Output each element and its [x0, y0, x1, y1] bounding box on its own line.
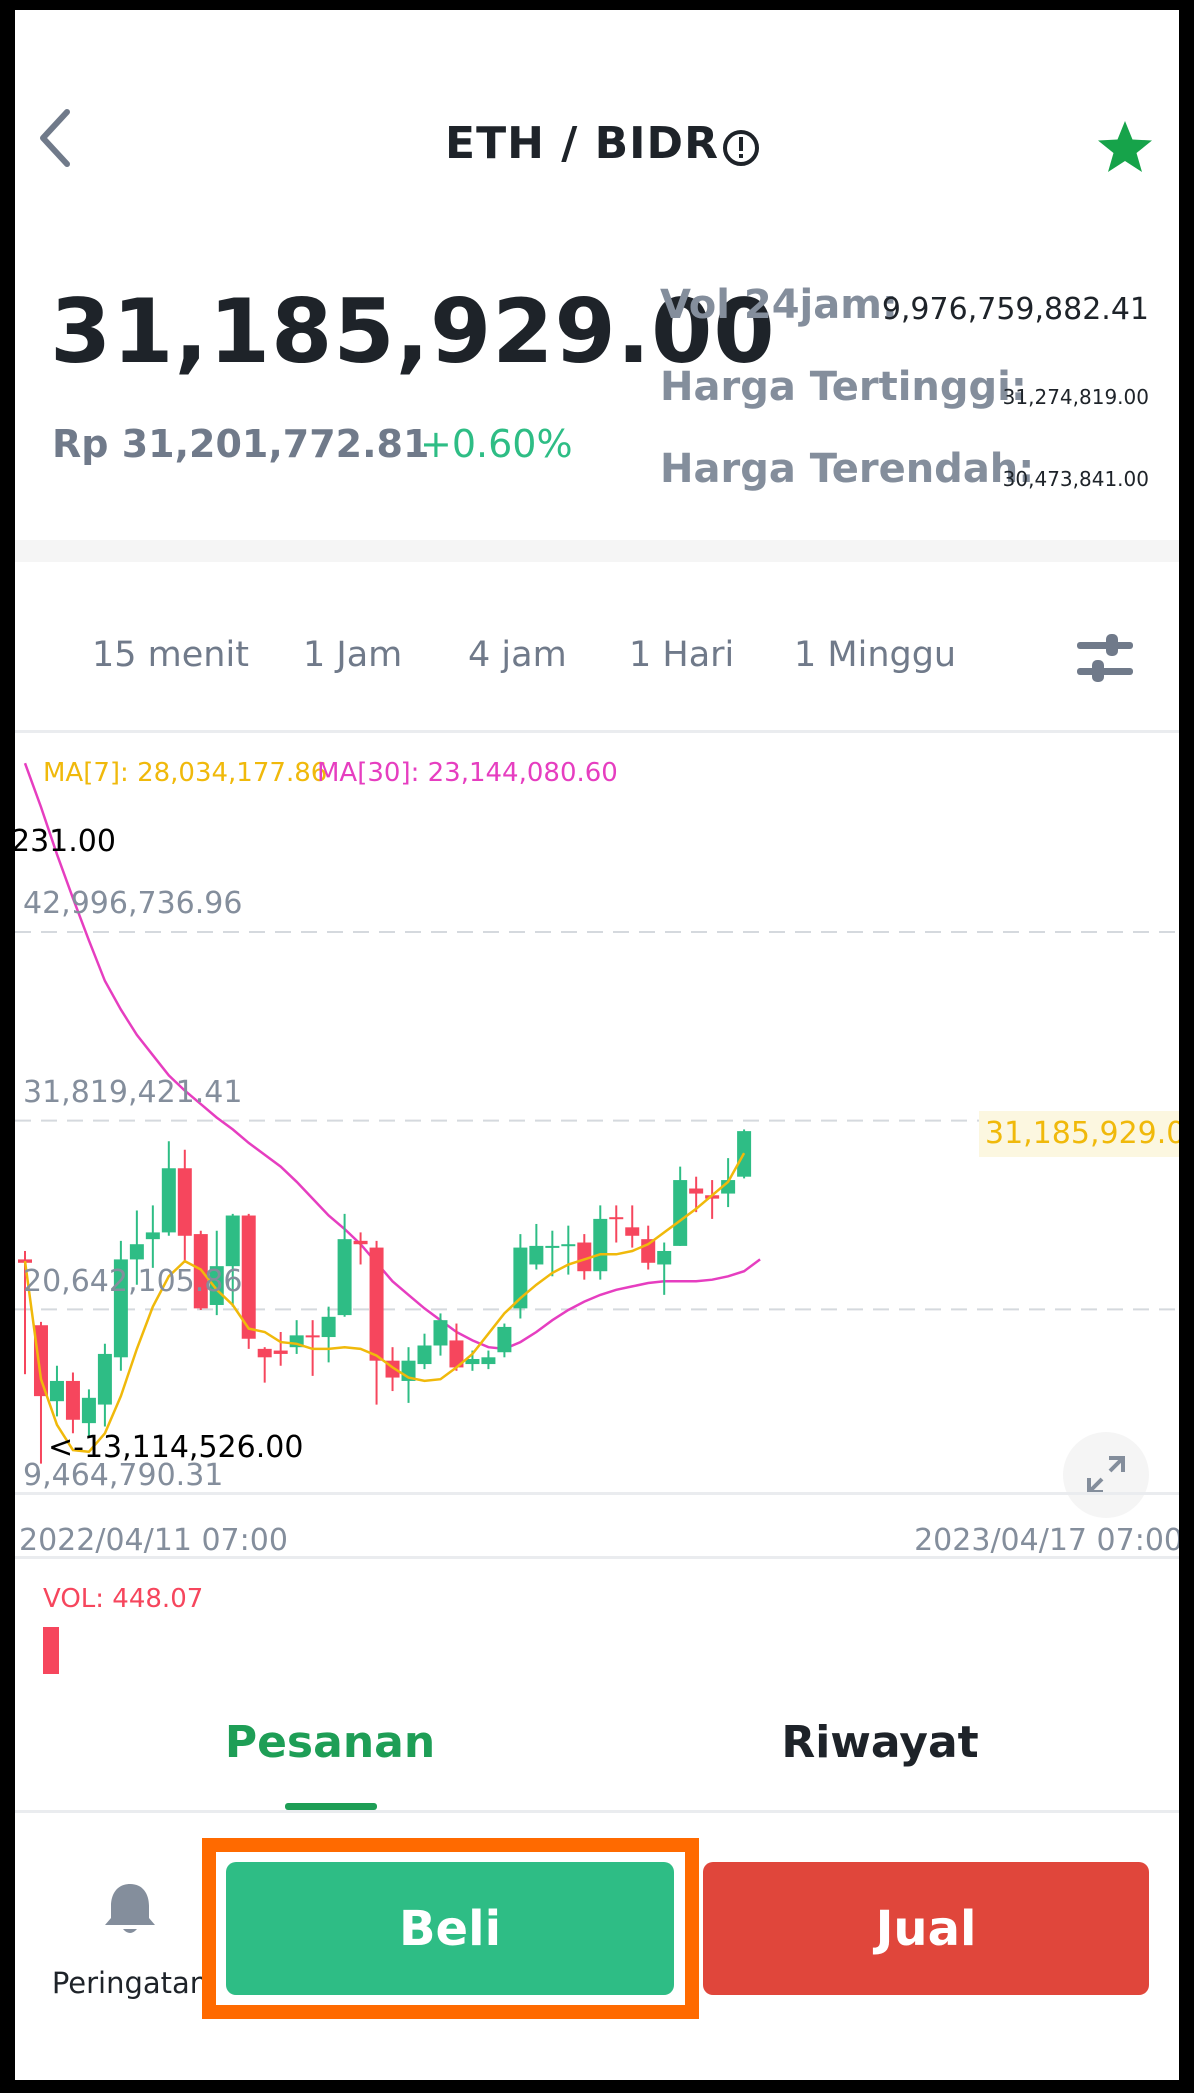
- timeframe-1h[interactable]: 1 Jam: [303, 635, 402, 675]
- volume-24h-value: 9,976,759,882.41: [881, 292, 1149, 327]
- candle-body: [689, 1188, 704, 1194]
- expand-chart-button[interactable]: [1063, 1432, 1149, 1518]
- candle-body: [673, 1180, 688, 1246]
- y-tick-label: 42,996,736.96: [23, 886, 243, 921]
- candle-body: [273, 1350, 288, 1354]
- sell-button[interactable]: Jual: [703, 1862, 1149, 1995]
- timeframe-15m[interactable]: 15 menit: [92, 635, 249, 675]
- ma30-label: MA[30]: 23,144,080.60: [317, 758, 618, 788]
- candle-body: [65, 1380, 80, 1420]
- candle-body: [433, 1320, 448, 1346]
- y-tick-label: 9,464,790.31: [23, 1458, 224, 1493]
- buy-button[interactable]: Beli: [226, 1862, 674, 1995]
- timeframe-1d[interactable]: 1 Hari: [629, 635, 734, 675]
- candle-body: [81, 1397, 96, 1424]
- candle-body: [417, 1345, 432, 1365]
- section-divider: [15, 540, 1179, 562]
- candle-body: [145, 1232, 160, 1240]
- volume-divider: [15, 1556, 1179, 1559]
- candle-body: [321, 1316, 336, 1338]
- volume-24h-label: Vol 24jam:: [660, 282, 898, 328]
- low-price-label: Harga Terendah:: [660, 446, 1035, 492]
- last-price-tag: 31,185,929.00: [979, 1111, 1179, 1157]
- candle-body: [97, 1353, 112, 1405]
- x-start-label: 2022/04/11 07:00: [19, 1523, 288, 1558]
- tab-orders[interactable]: Pesanan: [15, 1717, 645, 1768]
- candle-body: [49, 1380, 64, 1402]
- high-marker-label: 231.00: [15, 824, 116, 859]
- active-tab-indicator: [285, 1803, 377, 1810]
- ma7-label: MA[7]: 28,034,177.86: [43, 758, 328, 788]
- candle-body: [545, 1245, 560, 1248]
- candle-body: [337, 1239, 352, 1316]
- volume-label: VOL: 448.07: [43, 1584, 204, 1614]
- screen: ETH / BIDR 31,185,929.00 Rp 31,201,772.8…: [15, 10, 1179, 2080]
- candle-body: [497, 1326, 512, 1353]
- timeframe-4h[interactable]: 4 jam: [468, 635, 567, 675]
- candle-body: [609, 1217, 624, 1220]
- bell-icon: [100, 1878, 160, 1938]
- chart-bottom-divider: [15, 1492, 1179, 1495]
- pair-title: ETH / BIDR: [445, 118, 719, 169]
- timeframe-1w[interactable]: 1 Minggu: [794, 635, 956, 675]
- volume-bar: [43, 1627, 59, 1674]
- candle-body: [481, 1357, 496, 1365]
- high-price-label: Harga Tertinggi:: [660, 364, 1027, 410]
- candle-body: [305, 1335, 320, 1338]
- high-price-value: 31,274,819.00: [1002, 385, 1149, 409]
- tabs-divider: [15, 1810, 1179, 1813]
- tab-history[interactable]: Riwayat: [615, 1717, 1145, 1768]
- candle-body: [561, 1244, 576, 1247]
- chart-settings-icon[interactable]: [1075, 630, 1135, 690]
- star-icon[interactable]: [1095, 118, 1155, 178]
- candle-body: [353, 1240, 368, 1245]
- expand-icon: [1087, 1456, 1125, 1494]
- chart-top-divider: [15, 730, 1179, 733]
- low-price-value: 30,473,841.00: [1002, 467, 1149, 491]
- y-tick-label: 31,819,421.41: [23, 1075, 243, 1110]
- ma7-line: [23, 1152, 746, 1454]
- candle-body: [369, 1247, 384, 1361]
- info-circle-icon[interactable]: [721, 128, 761, 168]
- candle-body: [625, 1227, 640, 1236]
- idr-price: Rp 31,201,772.81: [52, 422, 430, 466]
- candle-body: [177, 1168, 192, 1236]
- y-tick-label: 20,642,105.86: [23, 1264, 243, 1299]
- candle-body: [593, 1218, 608, 1272]
- candle-body: [129, 1244, 144, 1260]
- candle-body: [257, 1348, 272, 1358]
- candle-body: [657, 1250, 672, 1265]
- price-change-percent: +0.60%: [420, 422, 573, 466]
- x-end-label: 2023/04/17 07:00: [914, 1523, 1179, 1558]
- candle-body: [529, 1245, 544, 1265]
- candle-body: [161, 1168, 176, 1233]
- candle-body: [225, 1215, 240, 1267]
- candle-body: [465, 1358, 480, 1365]
